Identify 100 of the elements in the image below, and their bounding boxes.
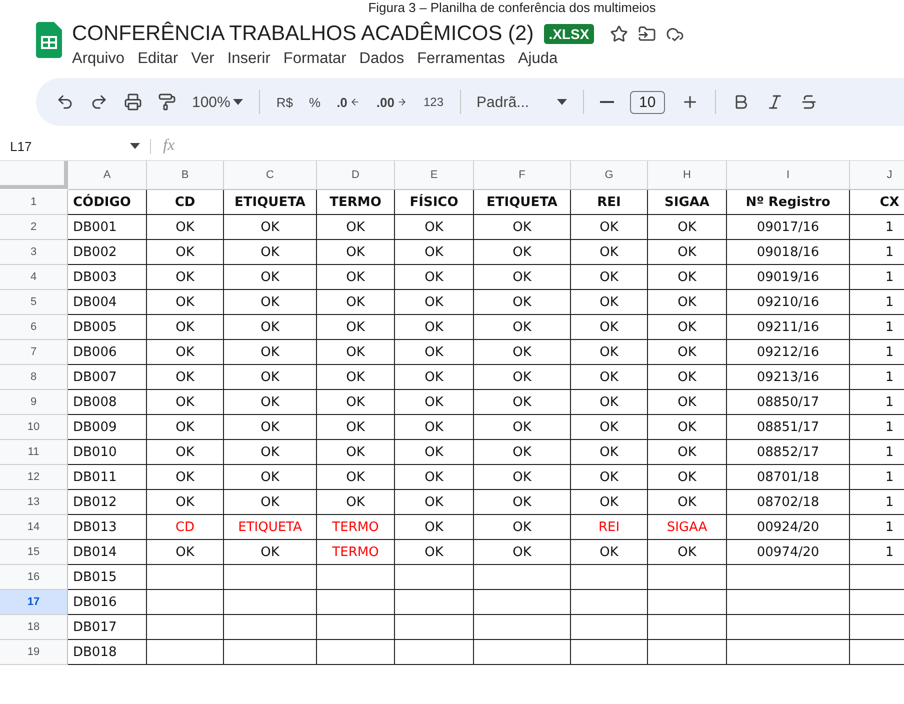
menu-item[interactable]: Ajuda <box>518 50 558 68</box>
redo-button[interactable] <box>90 93 108 111</box>
table-cell: OK <box>317 215 395 240</box>
document-title[interactable]: CONFERÊNCIA TRABALHOS ACADÊMICOS (2) <box>72 22 534 46</box>
table-cell: OK <box>648 540 727 565</box>
column-header[interactable]: D <box>317 161 395 190</box>
table-cell: 08852/17 <box>727 440 850 465</box>
column-header[interactable]: G <box>571 161 648 190</box>
row-header[interactable]: 16 <box>0 565 68 590</box>
table-cell: OK <box>147 215 224 240</box>
row-header[interactable]: 18 <box>0 615 68 640</box>
header-cell: REI <box>571 190 648 215</box>
row-header[interactable]: 9 <box>0 390 68 415</box>
table-cell: 1 <box>850 315 904 340</box>
table-cell: OK <box>224 440 317 465</box>
row-header[interactable]: 7 <box>0 340 68 365</box>
table-cell: OK <box>474 290 571 315</box>
paint-format-button[interactable] <box>158 93 176 111</box>
undo-button[interactable] <box>56 93 74 111</box>
menu-item[interactable]: Ver <box>191 50 214 68</box>
increase-decimals-button[interactable]: .00 <box>376 94 408 110</box>
table-cell: TERMO <box>317 515 395 540</box>
table-cell: DB002 <box>68 240 147 265</box>
table-cell: CD <box>147 515 224 540</box>
row-header[interactable]: 17 <box>0 590 68 615</box>
menu-item[interactable]: Inserir <box>227 50 270 68</box>
table-cell: 1 <box>850 215 904 240</box>
menu-item[interactable]: Editar <box>138 50 178 68</box>
row-header[interactable]: 8 <box>0 365 68 390</box>
star-icon[interactable] <box>610 25 628 43</box>
table-cell: DB016 <box>68 590 147 615</box>
row-header[interactable]: 15 <box>0 540 68 565</box>
table-cell: DB014 <box>68 540 147 565</box>
row-header[interactable]: 6 <box>0 315 68 340</box>
table-cell: OK <box>395 515 474 540</box>
table-cell: DB008 <box>68 390 147 415</box>
table-cell: OK <box>648 240 727 265</box>
menu-item[interactable]: Dados <box>359 50 404 68</box>
table-cell: 1 <box>850 265 904 290</box>
table-cell: 1 <box>850 290 904 315</box>
row-header[interactable]: 4 <box>0 265 68 290</box>
name-box[interactable]: L17 <box>0 138 151 154</box>
table-cell: OK <box>571 215 648 240</box>
strikethrough-button[interactable] <box>800 93 818 111</box>
table-cell: DB001 <box>68 215 147 240</box>
table-cell: OK <box>147 390 224 415</box>
table-cell: OK <box>474 415 571 440</box>
row-header[interactable]: 2 <box>0 215 68 240</box>
table-cell: OK <box>474 440 571 465</box>
zoom-dropdown[interactable]: 100% <box>192 94 244 110</box>
menu-item[interactable]: Ferramentas <box>417 50 505 68</box>
column-header[interactable]: A <box>68 161 147 190</box>
header-cell: Nº Registro <box>727 190 850 215</box>
menu-item[interactable]: Formatar <box>283 50 346 68</box>
font-dropdown[interactable]: Padrã... <box>476 94 568 110</box>
row-header[interactable]: 1 <box>0 190 68 215</box>
table-cell: OK <box>395 290 474 315</box>
table-cell: DB005 <box>68 315 147 340</box>
table-cell: OK <box>474 490 571 515</box>
table-cell: OK <box>571 340 648 365</box>
decrease-decimals-button[interactable]: .0 <box>336 94 360 110</box>
row-header[interactable]: 5 <box>0 290 68 315</box>
table-cell: OK <box>224 340 317 365</box>
table-cell: DB011 <box>68 465 147 490</box>
table-cell: OK <box>474 515 571 540</box>
column-header[interactable]: C <box>224 161 317 190</box>
row-header[interactable]: 12 <box>0 465 68 490</box>
table-cell: OK <box>571 290 648 315</box>
figure-caption: Figura 3 – Planilha de conferência dos multimeios <box>367 0 657 16</box>
print-button[interactable] <box>124 93 142 111</box>
column-header[interactable]: E <box>395 161 474 190</box>
column-header[interactable]: J <box>850 161 904 190</box>
header-cell: ETIQUETA <box>224 190 317 215</box>
menu-item[interactable]: Arquivo <box>72 50 125 68</box>
table-cell: OK <box>147 490 224 515</box>
row-header[interactable]: 10 <box>0 415 68 440</box>
column-header[interactable]: H <box>648 161 727 190</box>
row-header[interactable]: 11 <box>0 440 68 465</box>
table-cell: OK <box>224 315 317 340</box>
header-cell: SIGAA <box>648 190 727 215</box>
column-header[interactable]: I <box>727 161 850 190</box>
table-cell: 1 <box>850 340 904 365</box>
cloud-check-icon[interactable] <box>666 25 684 43</box>
currency-button[interactable]: R$ <box>276 94 293 110</box>
file-type-badge: .XLSX <box>544 24 594 44</box>
move-folder-icon[interactable] <box>638 25 656 43</box>
column-header[interactable]: F <box>474 161 571 190</box>
percent-button[interactable]: % <box>309 94 321 110</box>
row-header[interactable]: 19 <box>0 640 68 665</box>
row-header[interactable]: 14 <box>0 515 68 540</box>
table-cell: OK <box>571 465 648 490</box>
row-header[interactable]: 13 <box>0 490 68 515</box>
cell-reference: L17 <box>10 138 32 154</box>
font-size-field[interactable]: 10 <box>630 90 665 114</box>
table-cell: OK <box>395 490 474 515</box>
number-format-button[interactable]: 123 <box>423 95 444 109</box>
table-cell: OK <box>395 540 474 565</box>
table-cell: OK <box>648 440 727 465</box>
row-header[interactable]: 3 <box>0 240 68 265</box>
column-header[interactable]: B <box>147 161 224 190</box>
